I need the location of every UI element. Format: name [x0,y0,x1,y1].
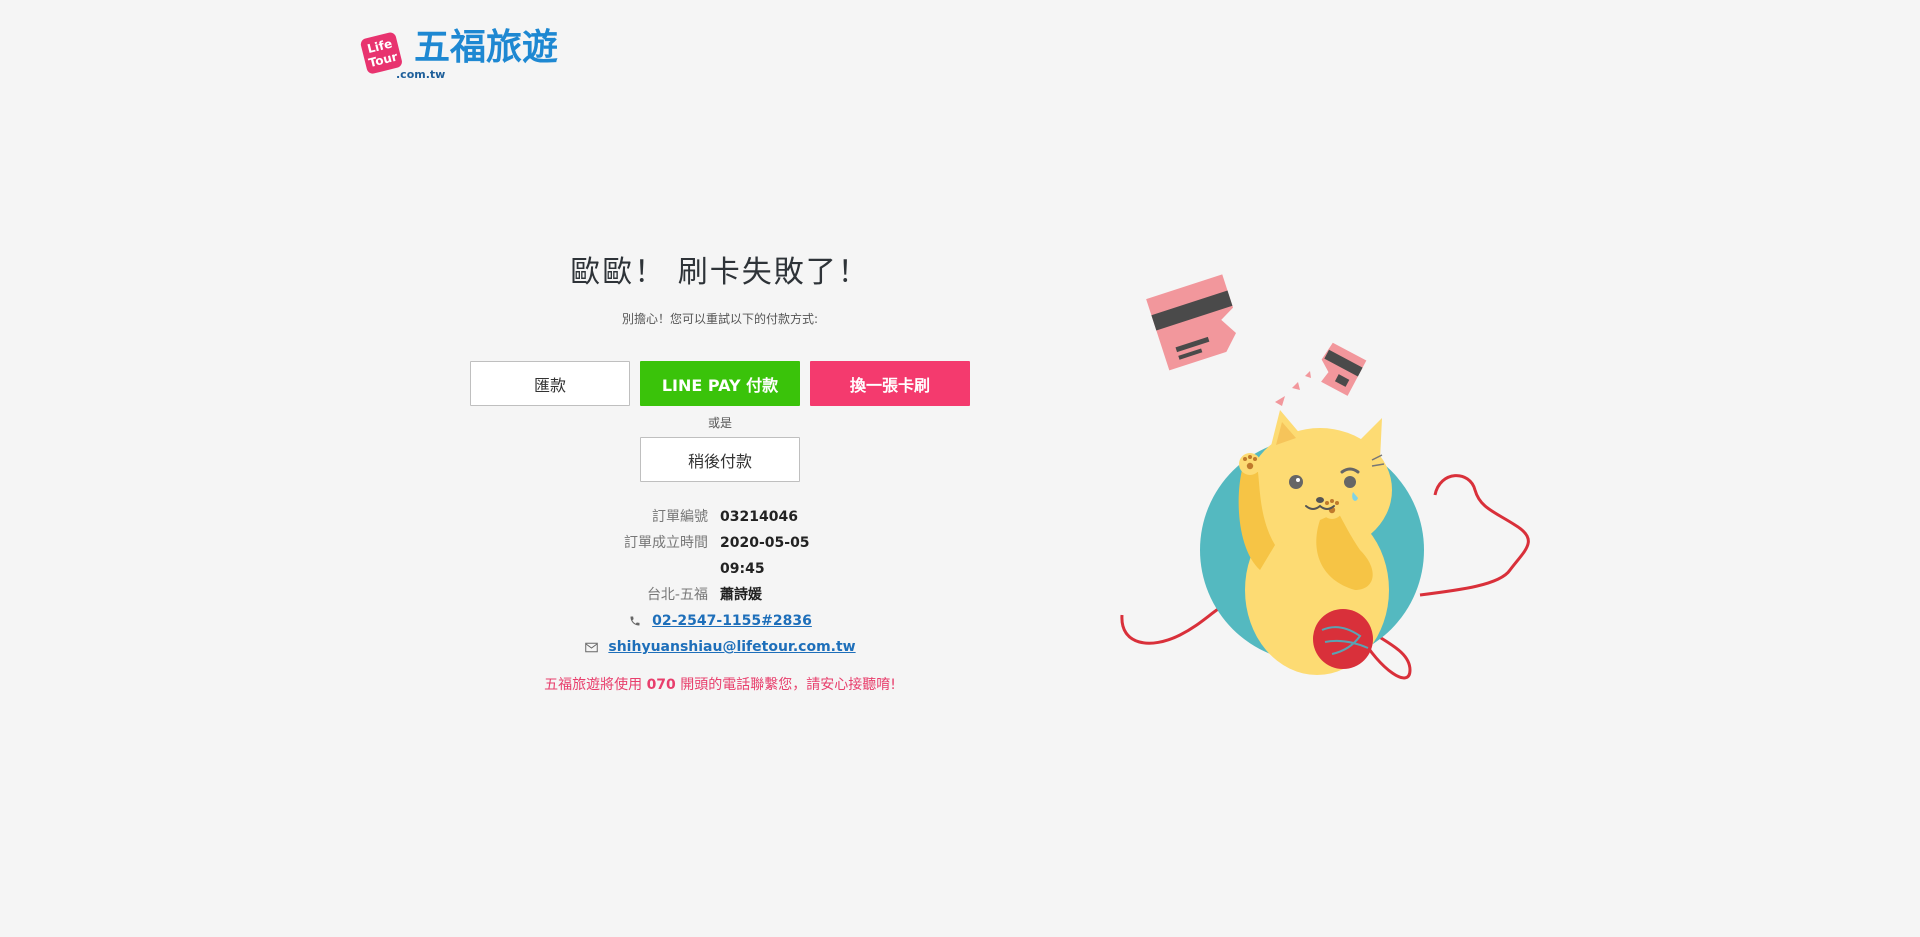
or-separator: 或是 [707,416,732,430]
change-card-button[interactable]: 換一張卡刷 [810,361,970,406]
agent-row: 台北-五福 蕭詩媛 [420,582,1020,608]
page-title: 歐歐！ 刷卡失敗了！ [570,255,870,290]
cat-eye-left [1289,475,1303,489]
order-time-row: 訂單成立時間 2020-05-05 09:45 [420,530,1020,582]
agent-name: 蕭詩媛 [720,587,762,603]
phone-link[interactable]: 02-2547-1155#2836 [652,608,812,634]
crying-cat-illustration [1120,274,1530,680]
notice-prefix: 五福旅遊將使用 [544,677,643,693]
order-time-value: 2020-05-05 09:45 [720,535,810,577]
yarn-ball [1313,609,1373,669]
order-time-label: 訂單成立時間 [624,535,708,551]
broken-card-small [1321,342,1367,396]
order-number-value: 03214046 [720,509,798,525]
order-number-label: 訂單編號 [652,509,708,525]
call-notice: 五福旅遊將使用 070 開頭的電話聯繫您，請安心接聽唷! [420,674,1020,694]
remit-button[interactable]: 匯款 [470,361,630,406]
branch-label: 台北-五福 [646,587,708,603]
notice-highlight: 070 [646,677,676,693]
mail-icon [584,640,598,654]
lifetour-logo[interactable]: Life Tour 五福旅遊 .com.tw [358,26,568,86]
yarn-string-right [1419,474,1530,597]
email-row: shihyuanshiau@lifetour.com.tw [420,634,1020,660]
order-info: 訂單編號 03214046 訂單成立時間 2020-05-05 09:45 台北… [420,504,1020,660]
order-number-row: 訂單編號 03214046 [420,504,1020,530]
payment-failed-panel: 歐歐！ 刷卡失敗了！ 別擔心！您可以重試以下的付款方式: 匯款 LINE PAY… [420,250,1020,694]
broken-card-large [1146,274,1237,371]
pay-later-button[interactable]: 稍後付款 [640,437,800,482]
notice-suffix: 開頭的電話聯繫您，請安心接聽唷! [680,677,896,693]
logo-title: 五福旅遊 [414,27,559,68]
retry-hint: 別擔心！您可以重試以下的付款方式: [621,312,819,326]
email-link[interactable]: shihyuanshiau@lifetour.com.tw [608,634,855,660]
logo-domain: .com.tw [396,68,446,81]
phone-icon [628,614,642,628]
phone-row: 02-2547-1155#2836 [420,608,1020,634]
linepay-button[interactable]: LINE PAY 付款 [640,361,800,406]
page: Life Tour 五福旅遊 .com.tw 歐歐！ 刷卡失敗了！ 別擔心！您可… [0,0,1920,937]
payment-options: 匯款 LINE PAY 付款 換一張卡刷 [420,361,1020,406]
